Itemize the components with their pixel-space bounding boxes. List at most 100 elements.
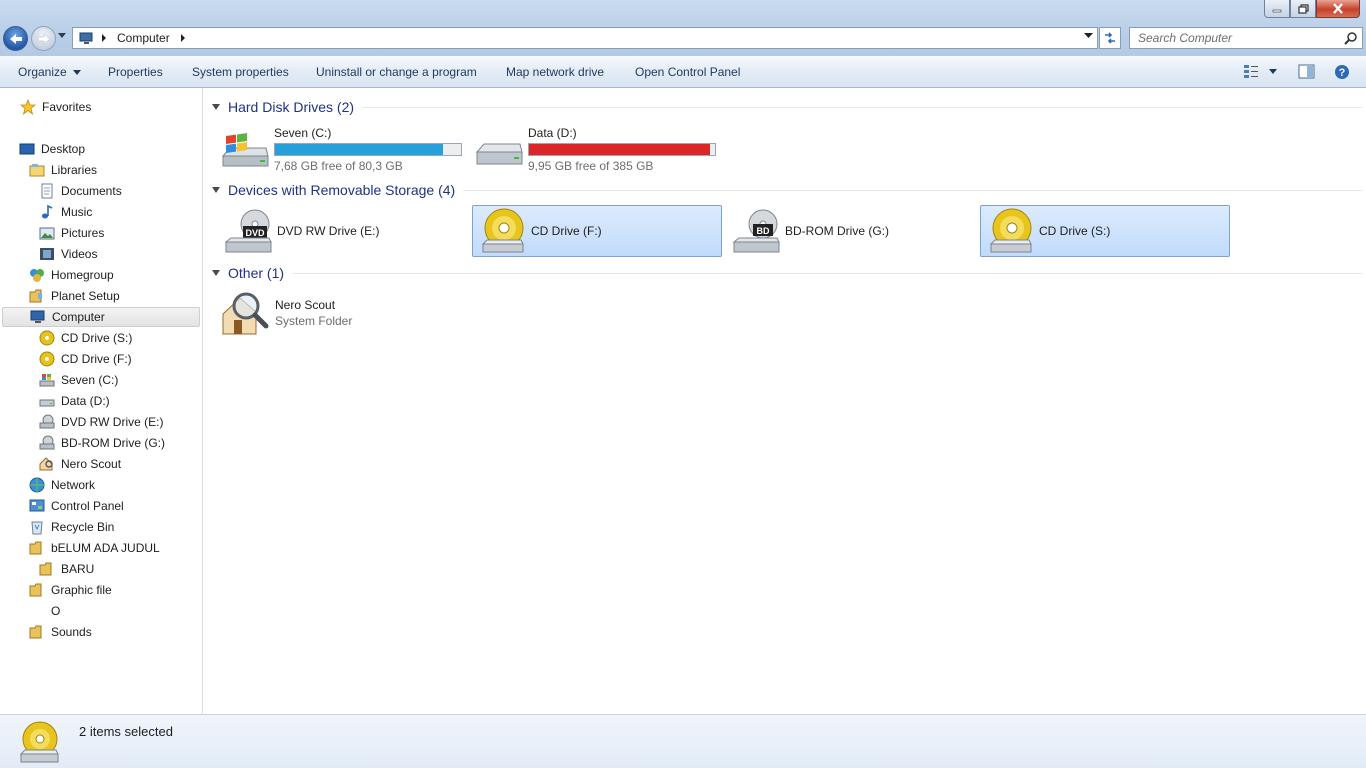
sidebar-item-nero-scout[interactable]: Nero Scout <box>39 454 121 474</box>
window-controls <box>1264 0 1360 18</box>
blank-icon <box>29 603 45 619</box>
sidebar-item-desktop[interactable]: Desktop <box>19 139 85 159</box>
sidebar-item-planet-setup[interactable]: Planet Setup <box>29 286 120 306</box>
desktop-icon <box>19 143 35 155</box>
sidebar-item-data-d[interactable]: Data (D:) <box>39 391 110 411</box>
refresh-button[interactable] <box>1099 27 1121 49</box>
details-pane: 2 items selected <box>0 714 1366 768</box>
drive-usage-fill <box>529 143 711 155</box>
folder-icon <box>29 289 42 303</box>
properties-button[interactable]: Properties <box>108 65 163 79</box>
device-name: CD Drive (S:) <box>1039 224 1111 238</box>
documents-icon <box>41 183 53 199</box>
sidebar-item-homegroup[interactable]: Homegroup <box>29 265 114 285</box>
item-name: Nero Scout <box>275 298 336 312</box>
system-properties-button[interactable]: System properties <box>192 65 289 79</box>
search-icon[interactable] <box>1344 31 1358 45</box>
videos-icon <box>40 248 54 260</box>
sidebar-item-libraries[interactable]: Libraries <box>29 160 97 180</box>
back-button[interactable] <box>3 26 28 51</box>
sidebar-item-label: Videos <box>61 247 98 261</box>
group-header-removable-storage[interactable]: Devices with Removable Storage (4) <box>212 180 1362 200</box>
sidebar-item-baru[interactable]: BARU <box>39 559 94 579</box>
recycle-bin-icon <box>31 521 43 535</box>
sidebar-item-pictures[interactable]: Pictures <box>39 223 104 243</box>
address-history-dropdown-icon[interactable] <box>1084 33 1093 39</box>
folder-icon <box>29 541 42 555</box>
forward-button[interactable] <box>31 26 56 51</box>
device-cd-drive-s[interactable]: CD Drive (S:) <box>980 205 1230 257</box>
computer-icon <box>30 310 45 323</box>
help-button[interactable]: ? <box>1334 64 1350 83</box>
hard-drive-icon <box>474 126 524 172</box>
drive-usage-bar <box>274 142 462 156</box>
sidebar-item-control-panel[interactable]: Control Panel <box>29 496 124 516</box>
view-details-icon <box>1244 65 1258 78</box>
pictures-icon <box>39 227 55 240</box>
refresh-icon <box>1105 32 1115 44</box>
group-header-other[interactable]: Other (1) <box>212 263 1362 283</box>
selection-status: 2 items selected <box>79 724 173 739</box>
sidebar-item-network[interactable]: Network <box>29 475 95 495</box>
search-input[interactable] <box>1138 31 1338 45</box>
sidebar-item-cd-drive-s[interactable]: CD Drive (S:) <box>39 328 132 348</box>
sidebar-item-favorites[interactable]: Favorites <box>20 97 91 117</box>
restore-button[interactable] <box>1290 0 1316 18</box>
sidebar-item-computer[interactable]: Computer <box>2 307 200 327</box>
sidebar-item-sounds[interactable]: Sounds <box>29 622 92 642</box>
sidebar-item-dvd-rw-e[interactable]: DVD RW Drive (E:) <box>39 412 163 432</box>
sidebar-item-label: BD-ROM Drive (G:) <box>61 436 165 450</box>
sidebar-item-bd-rom-g[interactable]: BD-ROM Drive (G:) <box>39 433 165 453</box>
device-dvd-rw-e[interactable]: DVD DVD RW Drive (E:) <box>218 205 468 257</box>
command-bar: Organize Properties System properties Un… <box>0 56 1366 88</box>
sidebar-item-music[interactable]: Music <box>39 202 92 222</box>
sidebar-item-label: bELUM ADA JUDUL <box>51 541 160 555</box>
group-divider <box>463 189 1362 191</box>
item-nero-scout[interactable]: Nero Scout System Folder <box>220 288 352 338</box>
sidebar-item-label: CD Drive (F:) <box>61 352 132 366</box>
minimize-button[interactable] <box>1264 0 1290 18</box>
organize-button[interactable]: Organize <box>18 65 81 79</box>
drive-seven-c[interactable]: Seven (C:) 7,68 GB free of 80,3 GB <box>220 124 462 174</box>
sidebar-item-graphic-file[interactable]: Graphic file <box>29 580 112 600</box>
sidebar-item-recycle-bin[interactable]: Recycle Bin <box>29 517 114 537</box>
group-header-hard-disk-drives[interactable]: Hard Disk Drives (2) <box>212 97 1362 117</box>
address-bar[interactable]: Computer <box>72 27 1098 49</box>
chevron-down-icon <box>72 69 81 75</box>
device-bd-rom-g[interactable]: BD BD-ROM Drive (G:) <box>726 205 976 257</box>
uninstall-program-button[interactable]: Uninstall or change a program <box>316 65 477 79</box>
sidebar-item-belum-ada-judul[interactable]: bELUM ADA JUDUL <box>29 538 160 558</box>
sidebar-item-label: Recycle Bin <box>51 520 115 534</box>
close-button[interactable] <box>1316 0 1360 18</box>
chevron-right-icon[interactable] <box>178 34 188 42</box>
device-name: DVD RW Drive (E:) <box>277 224 380 238</box>
sidebar-item-o[interactable]: O <box>29 601 60 621</box>
sidebar-item-label: CD Drive (S:) <box>61 331 133 345</box>
drive-data-d[interactable]: Data (D:) 9,95 GB free of 385 GB <box>474 124 716 174</box>
change-view-button[interactable] <box>1243 64 1277 79</box>
sidebar-item-seven-c[interactable]: Seven (C:) <box>39 370 118 390</box>
search-box[interactable] <box>1129 27 1363 49</box>
cd-drive-icon <box>985 208 1035 254</box>
preview-pane-button[interactable] <box>1298 64 1315 82</box>
sidebar-item-documents[interactable]: Documents <box>39 181 122 201</box>
control-panel-icon <box>29 499 45 512</box>
hard-drive-icon <box>39 399 55 407</box>
collapse-triangle-icon[interactable] <box>212 104 220 110</box>
map-network-drive-button[interactable]: Map network drive <box>506 65 604 79</box>
address-path[interactable]: Computer <box>117 31 170 45</box>
sidebar-item-videos[interactable]: Videos <box>39 244 97 264</box>
recent-pages-dropdown-icon[interactable] <box>58 33 66 39</box>
open-control-panel-button[interactable]: Open Control Panel <box>635 65 740 79</box>
chevron-right-icon[interactable] <box>99 34 109 42</box>
libraries-icon <box>29 164 45 177</box>
sidebar-item-label: Music <box>61 205 93 219</box>
bd-drive-icon <box>39 435 55 450</box>
preview-pane-icon <box>1298 64 1315 79</box>
device-cd-drive-f[interactable]: CD Drive (F:) <box>472 205 722 257</box>
collapse-triangle-icon[interactable] <box>212 187 220 193</box>
sidebar-item-cd-drive-f[interactable]: CD Drive (F:) <box>39 349 132 369</box>
group-divider <box>362 106 1362 108</box>
collapse-triangle-icon[interactable] <box>212 270 220 276</box>
arrow-right-icon <box>37 32 50 45</box>
